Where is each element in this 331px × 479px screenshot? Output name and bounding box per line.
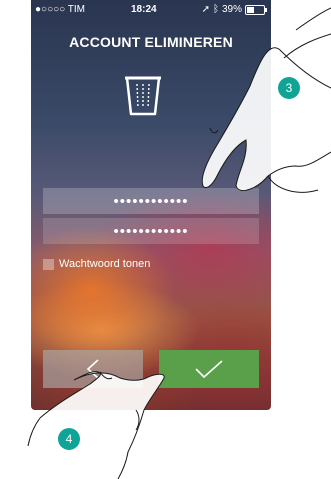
show-password-label: Wachtwoord tonen bbox=[59, 258, 151, 270]
back-button[interactable] bbox=[43, 350, 143, 388]
clock: 18:24 bbox=[131, 4, 157, 15]
chevron-left-icon bbox=[86, 359, 99, 379]
page-title: ACCOUNT ELIMINEREN bbox=[69, 34, 233, 50]
bluetooth-icon: ᛒ bbox=[212, 4, 219, 15]
checkmark-icon bbox=[195, 360, 223, 379]
battery-percent: 39% bbox=[221, 4, 242, 15]
password-field[interactable]: •••••••••••• bbox=[43, 188, 259, 214]
trash-icon bbox=[125, 76, 161, 116]
confirm-button[interactable] bbox=[159, 350, 259, 388]
battery-icon bbox=[245, 4, 267, 15]
location-icon: ➚ bbox=[201, 4, 210, 15]
carrier-label: ●○○○○ TIM bbox=[35, 4, 86, 15]
confirm-password-field[interactable]: •••••••••••• bbox=[43, 218, 259, 244]
phone-screen: ●○○○○ TIM 18:24 ➚ ᛒ 39% ACCOUNT ELIMINER… bbox=[31, 0, 271, 410]
status-bar: ●○○○○ TIM 18:24 ➚ ᛒ 39% bbox=[31, 0, 271, 20]
show-password-row[interactable]: Wachtwoord tonen bbox=[43, 258, 150, 270]
step-4-callout: 4 bbox=[58, 428, 80, 450]
show-password-checkbox[interactable] bbox=[43, 258, 54, 270]
step-3-callout: 3 bbox=[278, 77, 300, 99]
status-right: ➚ ᛒ 39% bbox=[201, 4, 267, 15]
